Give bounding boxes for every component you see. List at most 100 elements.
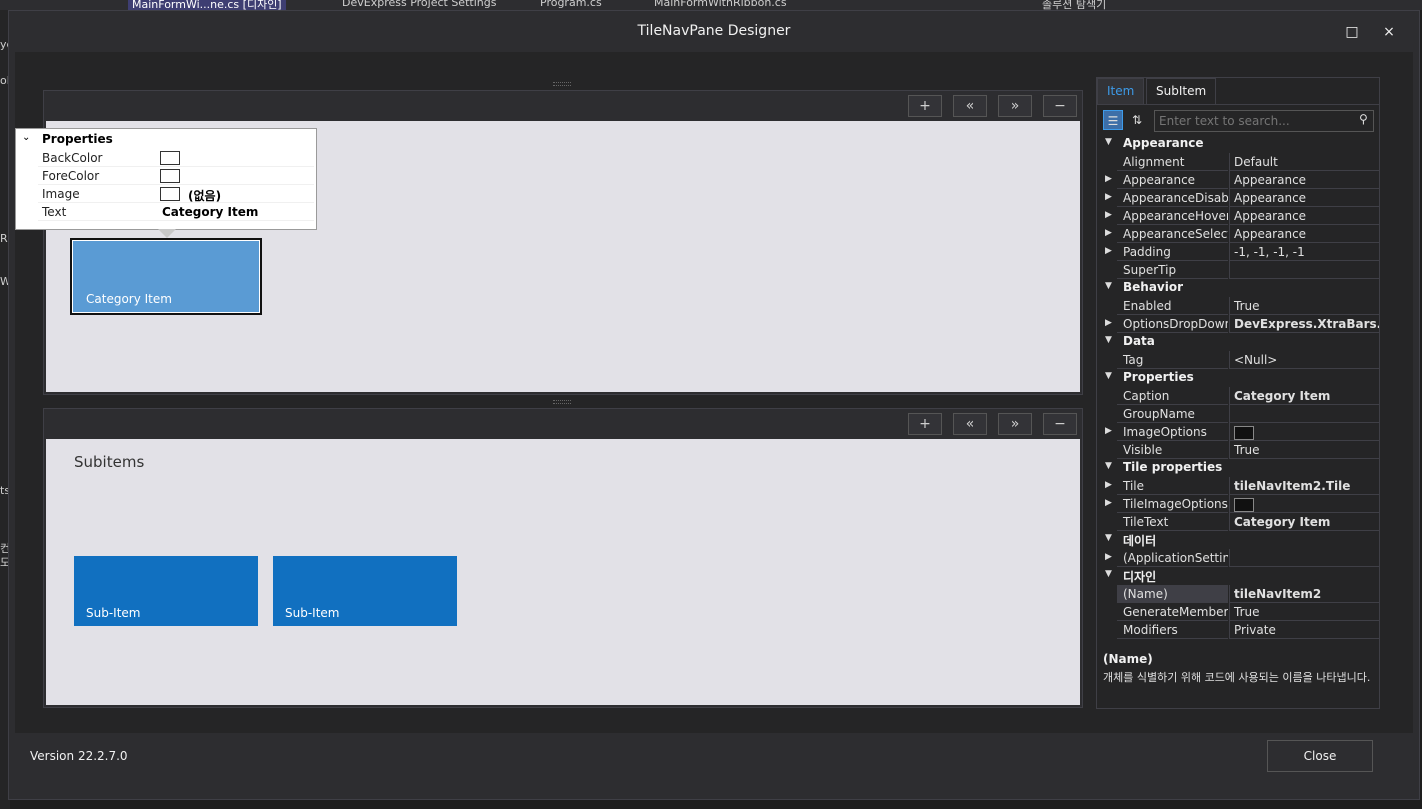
property-row[interactable]: Modifiers Private [1101,621,1379,639]
add-subitem-button[interactable]: + [908,413,942,435]
property-value[interactable]: tileNavItem2 [1229,585,1379,603]
collapse-caret-icon[interactable]: ▼ [1105,533,1112,543]
property-row[interactable]: Tag <Null> [1101,351,1379,369]
search-input[interactable] [1154,110,1374,132]
collapse-caret-icon[interactable]: ▼ [1105,371,1112,381]
close-button[interactable]: Close [1267,740,1373,772]
maximize-button[interactable]: □ [1338,19,1366,45]
move-right-button[interactable]: » [998,95,1032,117]
property-category[interactable]: ▼ Tile properties [1101,459,1379,477]
property-row[interactable]: Enabled True [1101,297,1379,315]
popup-row-backcolor[interactable]: BackColor [38,149,314,167]
property-row[interactable]: ▶ AppearanceHoveredAppearance [1101,207,1379,225]
ide-tab-project-settings[interactable]: DevExpress Project Settings [342,0,496,10]
expand-caret-icon[interactable]: ▶ [1105,228,1112,238]
search-icon[interactable]: ⚲ [1359,112,1368,126]
remove-subitem-button[interactable]: − [1043,413,1077,435]
property-value[interactable]: tileNavItem2.Tile [1229,477,1379,495]
property-row[interactable]: ▶ (ApplicationSettings) [1101,549,1379,567]
property-value[interactable]: True [1229,603,1379,621]
title-bar[interactable]: TileNavPane Designer □ × [9,11,1419,53]
property-row[interactable]: ▶ AppearanceSelectedAppearance [1101,225,1379,243]
expand-caret-icon[interactable]: ▶ [1105,498,1112,508]
property-row[interactable]: SuperTip [1101,261,1379,279]
property-value[interactable] [1229,549,1379,567]
expand-caret-icon[interactable]: ▶ [1105,210,1112,220]
property-row[interactable]: ▶ Tile tileNavItem2.Tile [1101,477,1379,495]
property-value[interactable]: Private [1229,621,1379,639]
move-left-button[interactable]: « [953,413,987,435]
collapse-caret-icon[interactable]: ▼ [1105,569,1112,579]
property-row[interactable]: GenerateMember True [1101,603,1379,621]
color-swatch[interactable] [160,151,180,165]
expand-caret-icon[interactable]: ▶ [1105,480,1112,490]
image-swatch[interactable] [160,187,180,201]
property-category[interactable]: ▼ Properties [1101,369,1379,387]
property-row[interactable]: ▶ Padding -1, -1, -1, -1 [1101,243,1379,261]
property-value[interactable]: True [1229,441,1379,459]
splitter-grip-middle[interactable] [553,400,571,404]
remove-category-button[interactable]: − [1043,95,1077,117]
collapse-caret-icon[interactable]: ▼ [1105,281,1112,291]
sub-item-tile[interactable]: Sub-Item [74,556,258,626]
property-value[interactable] [1229,261,1379,279]
property-row[interactable]: ▶ ImageOptions [1101,423,1379,441]
expand-caret-icon[interactable]: ▶ [1105,426,1112,436]
property-value[interactable]: Default [1229,153,1379,171]
expand-caret-icon[interactable]: ▶ [1105,318,1112,328]
categorized-view-icon[interactable]: ☰ [1103,110,1123,130]
property-row[interactable]: Caption Category Item [1101,387,1379,405]
property-value[interactable]: Appearance [1229,207,1379,225]
tab-item[interactable]: Item [1097,78,1145,104]
property-value[interactable]: Appearance [1229,171,1379,189]
expand-caret-icon[interactable]: ▶ [1105,192,1112,202]
property-value[interactable]: Category Item [1229,387,1379,405]
property-category[interactable]: ▼ 디자인 [1101,567,1379,585]
ide-tab-solution-explorer[interactable]: 솔루션 탐색기 [1042,0,1106,10]
property-value[interactable] [1229,405,1379,423]
property-value[interactable] [1229,423,1379,441]
close-window-button[interactable]: × [1375,19,1403,45]
property-row[interactable]: ▶ Appearance Appearance [1101,171,1379,189]
color-swatch[interactable] [160,169,180,183]
collapse-caret-icon[interactable]: ▼ [1105,461,1112,471]
splitter-grip-top[interactable] [553,82,571,86]
property-row[interactable]: ▶ AppearanceDisabledAppearance [1101,189,1379,207]
property-value[interactable]: -1, -1, -1, -1 [1229,243,1379,261]
tab-subitem[interactable]: SubItem [1146,78,1217,104]
move-right-button[interactable]: » [998,413,1032,435]
property-row[interactable]: Alignment Default [1101,153,1379,171]
collapse-caret-icon[interactable]: ▼ [1105,335,1112,345]
property-value[interactable]: DevExpress.XtraBars.Nav [1229,315,1379,333]
property-category[interactable]: ▼ Appearance [1101,135,1379,153]
popup-row-forecolor[interactable]: ForeColor [38,167,314,185]
property-value[interactable]: Appearance [1229,225,1379,243]
ide-tab-ribbon[interactable]: MainFormWithRibbon.cs [654,0,787,10]
property-value[interactable]: Appearance [1229,189,1379,207]
collapse-caret-icon[interactable]: ▼ [1105,137,1112,147]
property-category[interactable]: ▼ Behavior [1101,279,1379,297]
property-row[interactable]: Visible True [1101,441,1379,459]
category-item-tile[interactable]: Category Item [70,238,262,315]
property-value[interactable]: Category Item [1229,513,1379,531]
ide-tab-program[interactable]: Program.cs [540,0,602,10]
property-row[interactable]: ▶ TileImageOptions [1101,495,1379,513]
popup-row-image[interactable]: Image (없음) [38,185,314,203]
property-category[interactable]: ▼ Data [1101,333,1379,351]
move-left-button[interactable]: « [953,95,987,117]
sub-item-tile[interactable]: Sub-Item [273,556,457,626]
property-category[interactable]: ▼ 데이터 [1101,531,1379,549]
expand-caret-icon[interactable]: ▶ [1105,246,1112,256]
property-row[interactable]: GroupName [1101,405,1379,423]
property-row[interactable]: (Name) tileNavItem2 [1101,585,1379,603]
property-row[interactable]: TileText Category Item [1101,513,1379,531]
expand-caret-icon[interactable]: ▶ [1105,174,1112,184]
property-value[interactable]: <Null> [1229,351,1379,369]
alphabetical-sort-icon[interactable]: ⇅ [1127,110,1147,130]
expand-caret-icon[interactable]: ▶ [1105,552,1112,562]
ide-tab-designer[interactable]: MainFormWi...ne.cs [디자인] [128,0,286,10]
popup-row-text[interactable]: Text Category Item [38,203,314,221]
add-category-button[interactable]: + [908,95,942,117]
collapse-icon[interactable]: ⌄ [22,132,30,143]
property-row[interactable]: ▶ OptionsDropDownDevExpress.XtraBars.Nav [1101,315,1379,333]
